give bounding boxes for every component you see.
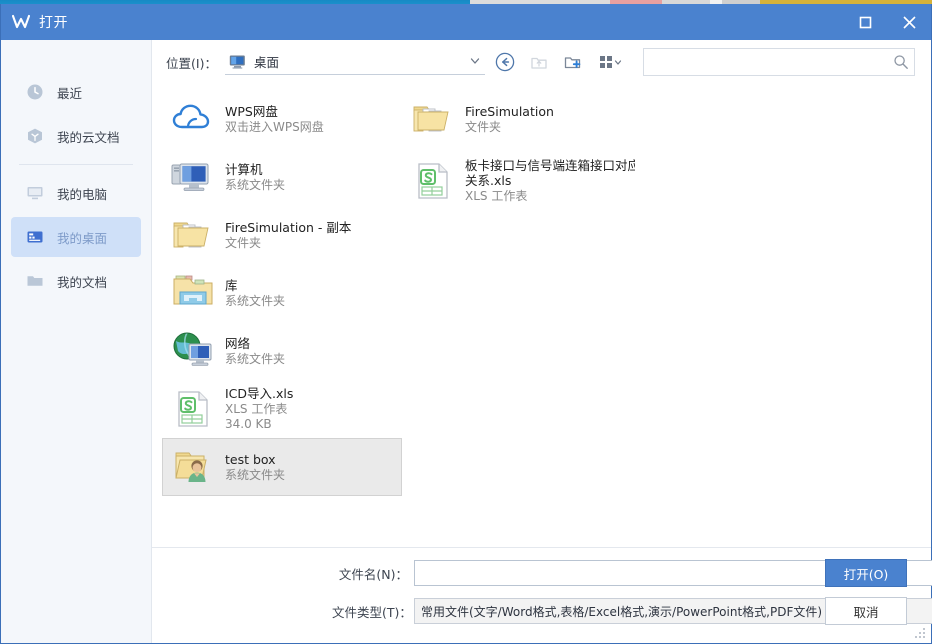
user-folder-icon [169, 443, 217, 491]
file-item[interactable]: 网络 系统文件夹 [162, 322, 402, 380]
file-list: WPS网盘 双击进入WPS网盘 计算机 系统文件夹 FireSimulation… [152, 84, 931, 547]
file-item-name: FireSimulation - 副本 [225, 219, 352, 235]
sidebar-item-label: 我的云文档 [57, 129, 120, 145]
filename-label: 文件名(N)： [338, 566, 408, 582]
xls-file-icon [409, 157, 457, 205]
file-item[interactable]: FireSimulation 文件夹 [402, 90, 642, 148]
back-button[interactable] [491, 48, 519, 76]
file-item-subtitle: 双击进入WPS网盘 [225, 119, 324, 134]
file-item-subtitle: 系统文件夹 [225, 293, 286, 308]
file-item-texts: FireSimulation - 副本 文件夹 [225, 220, 351, 251]
file-item-name: FireSimulation [465, 103, 554, 119]
filetype-value: 常用文件(文字/Word格式,表格/Excel格式,演示/PowerPoint格… [421, 604, 823, 619]
cancel-button[interactable]: 取消 [825, 597, 907, 625]
dialog-footer: 文件名(N)： 文件类型(T)： 常用文件(文字/Word格式,表格/Excel [152, 547, 932, 643]
desktop-icon [25, 227, 45, 247]
file-item[interactable]: FireSimulation - 副本 文件夹 [162, 206, 402, 264]
file-item-subtitle: 文件夹 [225, 235, 262, 250]
location-label: 位置(I)： [166, 55, 217, 71]
xls-file-icon [169, 385, 217, 433]
file-item-name: 库 [225, 277, 238, 293]
file-item-subtitle: 系统文件夹 [225, 351, 286, 366]
file-item-name: ICD导入.xls [225, 386, 294, 401]
dialog-body: 最近 我的云文档 我的电脑 我的桌面 我的文档 位置(I)： 桌面 WPS网盘 … [1, 40, 932, 643]
file-item-name: test box [225, 451, 276, 467]
file-item[interactable]: 库 系统文件夹 [162, 264, 402, 322]
clock-icon [25, 82, 45, 102]
cloud-doc-icon [25, 126, 45, 146]
sidebar-item-my-documents[interactable]: 我的文档 [11, 261, 141, 301]
file-item-texts: 板卡接口与信号端连箱接口对应关系.xls XLS 工作表 [465, 158, 635, 204]
window-controls [843, 4, 931, 40]
file-item-subtitle: 系统文件夹 [225, 177, 286, 192]
wps-w-logo-icon [7, 4, 35, 40]
sidebar-divider [19, 164, 133, 165]
search-box[interactable] [643, 48, 915, 76]
library-icon [169, 269, 217, 317]
file-item-name: 板卡接口与信号端连箱接口对应关系.xls [465, 158, 635, 188]
file-item[interactable]: WPS网盘 双击进入WPS网盘 [162, 90, 402, 148]
file-item-texts: test box 系统文件夹 [225, 452, 285, 483]
file-item-size: 34.0 KB [225, 417, 272, 431]
location-value: 桌面 [253, 55, 279, 70]
maximize-button[interactable] [843, 4, 887, 40]
open-file-dialog: 打开 最近 我的云文档 我的电脑 我的桌面 我的文档 位置(I)： 桌面 WPS… [0, 4, 932, 644]
chevron-down-icon [469, 55, 481, 70]
network-icon [169, 327, 217, 375]
computer-icon [169, 153, 217, 201]
sidebar-item-label: 我的桌面 [57, 230, 108, 246]
file-item-name: WPS网盘 [225, 103, 278, 119]
main-panel: 位置(I)： 桌面 WPS网盘 双击进入WPS网盘 计算机 系统文件夹 Fire… [152, 40, 932, 643]
sidebar-item-label: 我的电脑 [57, 186, 108, 202]
file-item-name: 计算机 [225, 161, 263, 177]
sidebar-item-label: 最近 [57, 85, 83, 101]
toolbar: 位置(I)： 桌面 [152, 40, 931, 84]
monitor-icon [25, 183, 45, 203]
folder-docs-icon [169, 211, 217, 259]
file-item-texts: ICD导入.xls XLS 工作表 34.0 KB [225, 386, 293, 432]
file-item-texts: 网络 系统文件夹 [225, 336, 285, 367]
sidebar-item-recent[interactable]: 最近 [11, 72, 141, 112]
file-item[interactable]: test box 系统文件夹 [162, 438, 402, 496]
folder-icon [25, 271, 45, 291]
sidebar: 最近 我的云文档 我的电脑 我的桌面 我的文档 [1, 40, 152, 643]
file-item-subtitle: XLS 工作表 [465, 189, 528, 203]
file-item-subtitle: 文件夹 [465, 119, 502, 134]
search-icon[interactable] [888, 54, 914, 70]
resize-grip[interactable] [913, 626, 927, 640]
file-item[interactable]: 计算机 系统文件夹 [162, 148, 402, 206]
file-item[interactable]: ICD导入.xls XLS 工作表 34.0 KB [162, 380, 402, 438]
sidebar-item-cloud-docs[interactable]: 我的云文档 [11, 116, 141, 156]
file-item-texts: 库 系统文件夹 [225, 278, 285, 309]
file-item-texts: WPS网盘 双击进入WPS网盘 [225, 104, 324, 135]
title-bar: 打开 [1, 4, 931, 40]
cloud-drive-icon [169, 95, 217, 143]
file-item-subtitle: 系统文件夹 [225, 467, 286, 482]
open-button[interactable]: 打开(O) [825, 559, 907, 587]
window-title: 打开 [39, 15, 68, 31]
file-item-subtitle: XLS 工作表 [225, 402, 288, 416]
view-mode-button[interactable] [593, 48, 627, 76]
up-folder-button[interactable] [525, 48, 553, 76]
close-button[interactable] [887, 4, 931, 40]
sidebar-item-label: 我的文档 [57, 274, 108, 290]
new-folder-button[interactable] [559, 48, 587, 76]
monitor-icon [229, 54, 247, 70]
file-item-name: 网络 [225, 335, 251, 351]
location-dropdown[interactable]: 桌面 [224, 49, 485, 75]
filetype-label: 文件类型(T)： [332, 604, 412, 620]
folder-docs-icon [409, 95, 457, 143]
file-item-texts: 计算机 系统文件夹 [225, 162, 285, 193]
sidebar-item-my-desktop[interactable]: 我的桌面 [11, 217, 141, 257]
file-item[interactable]: 板卡接口与信号端连箱接口对应关系.xls XLS 工作表 [402, 148, 642, 214]
file-item-texts: FireSimulation 文件夹 [465, 104, 554, 135]
sidebar-item-my-computer[interactable]: 我的电脑 [11, 173, 141, 213]
search-input[interactable] [644, 49, 888, 75]
